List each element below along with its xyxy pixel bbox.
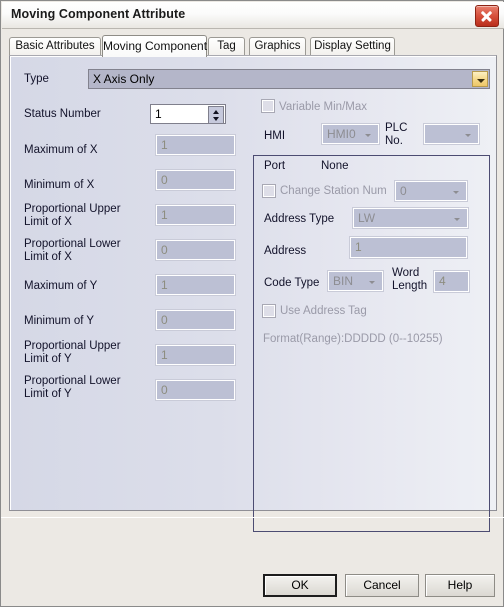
- tab-page-moving-component: Type X Axis Only Status Number 1 Maximum…: [9, 55, 497, 532]
- tab-graphics[interactable]: Graphics: [249, 37, 306, 55]
- address-type-value: LW: [358, 211, 376, 225]
- close-icon[interactable]: [475, 5, 499, 27]
- tab-moving-component[interactable]: Moving Component: [102, 35, 207, 57]
- port-label: Port: [264, 160, 286, 172]
- minimum-of-y-input[interactable]: 0: [155, 309, 236, 331]
- proportional-upper-limit-of-x-label: Proportional Upper Limit of X: [24, 203, 121, 228]
- plc-no-label: PLC No.: [385, 122, 408, 147]
- address-label: Address: [264, 245, 307, 257]
- chevron-down-icon[interactable]: [450, 185, 463, 197]
- minimum-of-y-label: Minimum of Y: [24, 315, 95, 327]
- code-type-label: Code Type: [264, 277, 320, 289]
- proportional-upper-limit-of-y-input[interactable]: 1: [155, 344, 236, 366]
- use-address-tag-checkbox[interactable]: [262, 304, 276, 318]
- minimum-of-x-input[interactable]: 0: [155, 169, 236, 191]
- proportional-lower-limit-of-y-label: Proportional Lower Limit of Y: [24, 375, 121, 400]
- tab-basic-attributes[interactable]: Basic Attributes: [9, 37, 101, 55]
- status-number-value: 1: [155, 107, 162, 121]
- proportional-lower-limit-of-y-input[interactable]: 0: [155, 379, 236, 401]
- chevron-down-icon[interactable]: [462, 128, 475, 140]
- footer-divider: [1, 517, 504, 518]
- variable-min-max-checkbox[interactable]: [261, 99, 275, 113]
- chevron-down-icon[interactable]: [362, 128, 375, 140]
- tab-tag[interactable]: Tag: [208, 37, 245, 55]
- maximum-of-y-label: Maximum of Y: [24, 280, 98, 292]
- use-address-tag-label: Use Address Tag: [280, 305, 367, 317]
- address-type-combo[interactable]: LW: [352, 207, 469, 229]
- minimum-of-x-label: Minimum of X: [24, 179, 95, 191]
- status-number-label: Status Number: [24, 108, 101, 120]
- hmi-combo[interactable]: HMI0: [321, 123, 380, 145]
- chevron-down-icon[interactable]: [451, 212, 464, 224]
- code-type-combo[interactable]: BIN: [327, 270, 384, 292]
- stepper-up-icon[interactable]: [209, 107, 223, 115]
- maximum-of-y-input[interactable]: 1: [155, 274, 236, 296]
- type-combo-value: X Axis Only: [91, 72, 157, 86]
- hmi-combo-value: HMI0: [327, 127, 356, 141]
- proportional-lower-limit-of-x-input[interactable]: 0: [155, 239, 236, 261]
- change-station-num-label: Change Station Num: [280, 185, 387, 197]
- change-station-num-checkbox[interactable]: [262, 184, 276, 198]
- type-label: Type: [24, 73, 49, 85]
- maximum-of-x-label: Maximum of X: [24, 144, 98, 156]
- window-title: Moving Component Attribute: [11, 7, 186, 21]
- cancel-button[interactable]: Cancel: [345, 574, 419, 597]
- format-range-text: Format(Range):DDDDD (0--10255): [263, 333, 443, 345]
- proportional-upper-limit-of-y-label: Proportional Upper Limit of Y: [24, 340, 121, 365]
- word-length-input[interactable]: 4: [433, 270, 470, 293]
- variable-min-max-label: Variable Min/Max: [279, 101, 367, 113]
- dialog-window: Moving Component Attribute Basic Attribu…: [0, 0, 504, 607]
- change-station-num-value: 0: [400, 184, 407, 198]
- tab-display-setting[interactable]: Display Setting: [310, 37, 395, 55]
- stepper-buttons[interactable]: [208, 106, 224, 124]
- chevron-down-icon[interactable]: [472, 71, 488, 87]
- help-button[interactable]: Help: [425, 574, 495, 597]
- address-type-label: Address Type: [264, 213, 335, 225]
- code-type-value: BIN: [333, 274, 354, 288]
- change-station-num-combo[interactable]: 0: [394, 180, 468, 202]
- proportional-upper-limit-of-x-input[interactable]: 1: [155, 204, 236, 226]
- stepper-down-icon[interactable]: [209, 115, 223, 123]
- port-value: None: [321, 160, 349, 172]
- hmi-label: HMI: [264, 130, 286, 142]
- plc-no-combo[interactable]: [423, 123, 480, 145]
- word-length-label: Word Length: [392, 267, 428, 292]
- proportional-lower-limit-of-x-label: Proportional Lower Limit of X: [24, 238, 121, 263]
- type-combo[interactable]: X Axis Only: [88, 69, 490, 89]
- title-bar: Moving Component Attribute: [2, 2, 504, 29]
- maximum-of-x-input[interactable]: 1: [155, 134, 236, 156]
- chevron-down-icon[interactable]: [366, 275, 379, 287]
- ok-button[interactable]: OK: [263, 574, 337, 597]
- status-number-stepper[interactable]: 1: [150, 104, 226, 124]
- address-input[interactable]: 1: [349, 236, 468, 259]
